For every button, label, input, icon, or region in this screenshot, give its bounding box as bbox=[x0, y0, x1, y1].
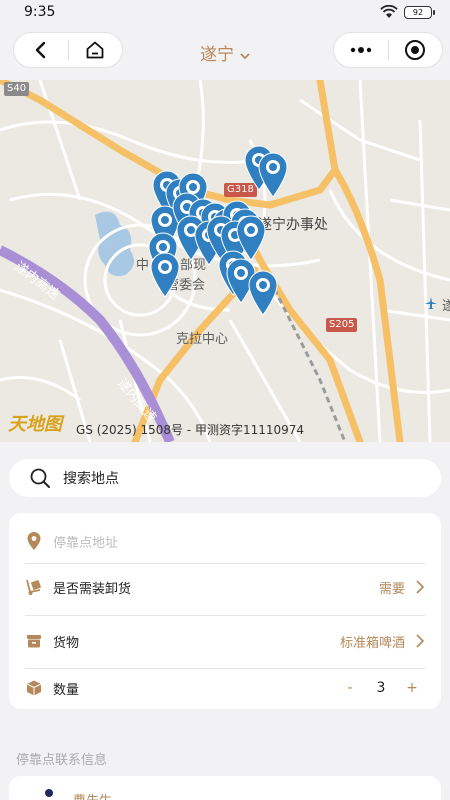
search-icon bbox=[30, 468, 50, 488]
nav-capsule-right bbox=[333, 32, 443, 68]
map-pin[interactable] bbox=[150, 252, 180, 298]
quantity-stepper: - 3 + bbox=[337, 680, 425, 696]
chevron-right-icon bbox=[416, 634, 425, 648]
divider bbox=[25, 563, 425, 564]
status-icons: 92 bbox=[380, 5, 435, 19]
person-icon bbox=[45, 789, 53, 797]
unload-value: 需要 bbox=[378, 581, 405, 597]
address-placeholder: 停靠点地址 bbox=[53, 535, 119, 551]
quantity-value[interactable]: 3 bbox=[363, 680, 399, 696]
wifi-icon bbox=[380, 5, 398, 18]
chevron-right-icon bbox=[416, 580, 425, 594]
address-field[interactable]: 停靠点地址 bbox=[25, 529, 425, 553]
map-view[interactable]: S40 G318 S205 遂宁办事处 遂内高速 遂内高速 中 部现 管委会 克… bbox=[0, 80, 450, 442]
header: 遂宁 bbox=[0, 32, 450, 70]
contact-name: 曹先生 bbox=[73, 790, 112, 800]
hand-truck-icon bbox=[26, 579, 42, 595]
unload-row[interactable]: 是否需装卸货 需要 bbox=[25, 575, 425, 599]
more-dots-icon bbox=[350, 47, 371, 53]
close-miniapp-button[interactable] bbox=[389, 33, 443, 67]
goods-row[interactable]: 货物 标准箱啤酒 bbox=[25, 629, 425, 653]
map-logo: 天地图 bbox=[8, 414, 62, 435]
target-icon bbox=[405, 40, 426, 60]
unload-label: 是否需装卸货 bbox=[53, 581, 132, 597]
location-pin-icon bbox=[27, 532, 41, 550]
goods-value: 标准箱啤酒 bbox=[339, 635, 405, 651]
map-pin[interactable] bbox=[258, 152, 288, 198]
search-bar[interactable]: 搜索地点 bbox=[9, 459, 441, 497]
road-badge-s205: S205 bbox=[326, 318, 358, 332]
divider bbox=[25, 615, 425, 616]
search-input[interactable]: 搜索地点 bbox=[63, 468, 119, 488]
contact-card[interactable]: 曹先生 bbox=[9, 776, 441, 800]
map-label-airport: 遂 bbox=[442, 299, 450, 314]
airport-icon bbox=[425, 297, 437, 309]
more-button[interactable] bbox=[334, 33, 388, 67]
battery-icon: 92 bbox=[404, 5, 435, 19]
map-copyright: GS (2025) 1508号 - 甲测资字11110974 bbox=[76, 423, 305, 437]
stop-form-card: 停靠点地址 是否需装卸货 需要 货物 标准箱啤酒 数量 - 3 + bbox=[9, 513, 441, 709]
divider bbox=[25, 668, 425, 669]
map-pin[interactable] bbox=[248, 270, 278, 316]
box-icon bbox=[27, 635, 41, 648]
city-name: 遂宁 bbox=[200, 45, 234, 65]
chevron-down-icon bbox=[240, 45, 250, 65]
road-badge-s40: S40 bbox=[4, 82, 30, 96]
status-bar: 9:35 92 bbox=[0, 0, 450, 24]
map-label-kela: 克拉中心 bbox=[176, 332, 229, 347]
package-icon bbox=[26, 680, 42, 696]
quantity-minus-button[interactable]: - bbox=[337, 680, 363, 696]
contact-section-title: 停靠点联系信息 bbox=[16, 753, 108, 768]
quantity-plus-button[interactable]: + bbox=[399, 680, 425, 696]
map-label-office: 遂宁办事处 bbox=[258, 217, 328, 233]
goods-label: 货物 bbox=[53, 635, 80, 651]
quantity-label: 数量 bbox=[53, 682, 80, 698]
quantity-row: 数量 - 3 + bbox=[25, 676, 425, 700]
status-time: 9:35 bbox=[24, 4, 56, 20]
